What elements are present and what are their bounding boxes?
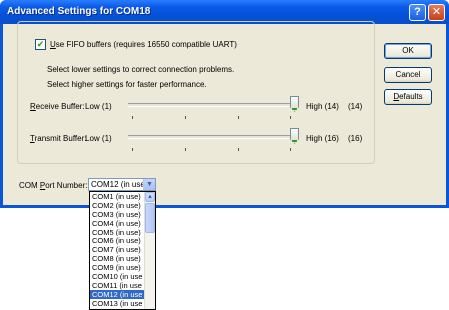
defaults-button[interactable]: Defaults [384,89,432,105]
close-button[interactable]: ✕ [428,4,445,21]
receive-tick [238,116,239,119]
receive-tick [185,116,186,119]
transmit-tick [290,148,291,151]
window-title: Advanced Settings for COM18 [7,6,151,17]
com-port-label: COM Port Number: [19,181,88,190]
dropdown-option[interactable]: COM12 (in use [90,289,145,299]
fifo-checkbox-row[interactable]: ✔ Use FIFO buffers (requires 16550 compa… [32,38,240,50]
dropdown-option[interactable]: COM13 (in use [90,299,145,308]
com-port-dropdown-list: COM1 (in use) COM2 (in use) COM3 (in use) C… [89,191,156,310]
dropdown-option[interactable]: COM8 (in use) [90,254,145,263]
scroll-up-icon[interactable]: ▲ [145,192,155,202]
transmit-buffer-label: Transmit Buffer: [30,134,87,143]
fifo-checkbox[interactable]: ✔ [35,38,46,50]
scroll-thumb[interactable] [145,203,155,233]
dropdown-option[interactable]: COM4 (in use) [90,219,145,228]
receive-buffer-label: Receive Buffer: [30,102,85,111]
dropdown-option[interactable]: COM6 (in use) [90,236,145,246]
help-button[interactable]: ? [409,4,426,21]
fifo-label: Use FIFO buffers (requires 16550 compati… [50,39,237,49]
dropdown-option[interactable]: COM9 (in use) [90,263,145,272]
transmit-low-label: Low (1) [85,134,112,143]
receive-slider-track[interactable] [128,103,298,107]
dropdown-options: COM1 (in use) COM2 (in use) COM3 (in use) C… [90,192,145,308]
checkmark-icon: ✔ [36,38,45,49]
hint-lower: Select lower settings to correct connect… [47,65,235,74]
receive-value: (14) [348,102,363,111]
dropdown-scrollbar[interactable]: ▲ [144,192,155,309]
receive-tick [132,116,133,119]
hint-higher: Select higher settings for faster perfor… [47,80,207,89]
transmit-tick [132,148,133,151]
com-port-selected-value: COM12 (in use [91,180,145,189]
transmit-high-label: High (16) [306,134,339,143]
dropdown-option[interactable]: COM10 (in use [90,272,145,281]
dropdown-option[interactable]: COM2 (in use) [90,201,145,210]
ok-button[interactable]: OK [384,43,432,59]
dropdown-option[interactable]: COM7 (in use) [90,245,145,254]
transmit-tick [238,148,239,151]
receive-tick [290,116,291,119]
dropdown-option[interactable]: COM11 (in use [90,281,145,290]
transmit-tick [185,148,186,151]
receive-high-label: High (14) [306,102,339,111]
dropdown-option[interactable]: COM5 (in use) [90,228,145,237]
transmit-value: (16) [348,134,363,143]
com-port-select[interactable]: COM12 (in use ▼ [88,178,156,191]
chevron-down-icon[interactable]: ▼ [143,179,155,190]
receive-low-label: Low (1) [85,102,112,111]
dropdown-option[interactable]: COM1 (in use) [90,192,145,201]
cancel-button[interactable]: Cancel [384,67,432,83]
dropdown-option[interactable]: COM3 (in use) [90,210,145,219]
transmit-slider-track[interactable] [128,135,298,139]
